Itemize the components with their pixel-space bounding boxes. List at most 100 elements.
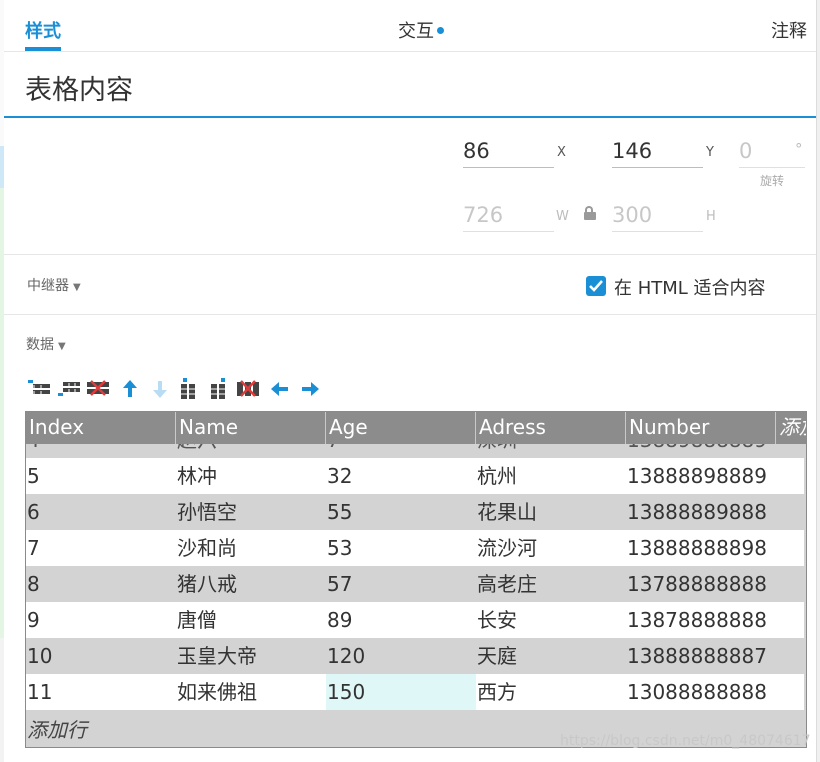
table-cell[interactable]: 53 <box>326 530 352 566</box>
table-cell[interactable]: 7 <box>326 444 340 458</box>
table-cell[interactable]: 13088888888 <box>626 674 767 710</box>
table-cell[interactable]: 流沙河 <box>476 530 537 566</box>
column-header[interactable]: Adress <box>476 412 626 444</box>
table-cell[interactable]: 5 <box>26 458 40 494</box>
arrow-left-icon[interactable] <box>268 378 292 400</box>
watermark: https://blog.csdn.net/m0_48074617 <box>560 733 811 749</box>
table-row[interactable]: 10 玉皇大帝 120 天庭 13888888887 <box>26 638 804 674</box>
table-cell[interactable]: 孙悟空 <box>176 494 237 530</box>
table-cell[interactable]: 55 <box>326 494 352 530</box>
insert-row-below-icon[interactable] <box>56 378 80 400</box>
table-cell[interactable]: 11 <box>26 674 52 710</box>
table-cell[interactable]: 120 <box>326 638 365 674</box>
table-cell[interactable]: 13888888898 <box>626 530 767 566</box>
tab-interaction[interactable]: 交互 <box>398 17 444 43</box>
column-header[interactable]: Name <box>176 412 326 444</box>
caret-down-icon: ▼ <box>73 282 81 293</box>
column-header[interactable]: Number <box>626 412 776 444</box>
table-cell[interactable]: 天庭 <box>476 638 517 674</box>
title-underline <box>4 116 816 118</box>
delete-column-icon[interactable] <box>236 378 260 400</box>
left-gutter <box>0 638 4 762</box>
table-row[interactable]: 9 唐僧 89 长安 13878888888 <box>26 602 804 638</box>
table-cell[interactable]: 4 <box>26 444 40 458</box>
table-row[interactable]: 7 沙和尚 53 流沙河 13888888898 <box>26 530 804 566</box>
table-cell-selected[interactable]: 150 <box>326 674 476 710</box>
tab-style[interactable]: 样式 <box>25 17 61 51</box>
fit-html-label[interactable]: 在 HTML 适合内容 <box>614 274 766 300</box>
table-cell[interactable]: 长安 <box>476 602 517 638</box>
insert-column-right-icon[interactable] <box>206 378 230 400</box>
table-row[interactable]: 5 林冲 32 杭州 13888898889 <box>26 458 804 494</box>
arrow-down-icon[interactable] <box>148 378 172 400</box>
column-header[interactable]: Age <box>326 412 476 444</box>
table-row[interactable]: 8 猪八戒 57 高老庄 13788888888 <box>26 566 804 602</box>
repeater-section-toggle[interactable]: 中继器 ▼ <box>27 275 81 295</box>
section-divider <box>4 314 816 315</box>
table-row[interactable]: 6 孙悟空 55 花果山 13888889888 <box>26 494 804 530</box>
table-cell[interactable]: 林冲 <box>176 458 217 494</box>
lock-aspect-icon[interactable] <box>584 206 596 220</box>
rotation-label: 旋转 <box>760 174 785 188</box>
panel-scrollbar[interactable] <box>816 0 820 762</box>
table-cell[interactable]: 57 <box>326 566 352 602</box>
x-input[interactable]: 86 <box>463 136 554 168</box>
insert-column-left-icon[interactable] <box>176 378 200 400</box>
arrow-up-icon[interactable] <box>118 378 142 400</box>
fit-html-checkbox[interactable] <box>586 276 606 296</box>
tab-notes[interactable]: 注释 <box>771 17 807 43</box>
table-cell[interactable]: 猪八戒 <box>176 566 237 602</box>
table-cell[interactable]: 6 <box>26 494 40 530</box>
y-unit-label: Y <box>706 145 714 160</box>
tab-style-label: 样式 <box>25 21 61 42</box>
table-cell[interactable]: 89 <box>326 602 352 638</box>
column-header[interactable]: Index <box>26 412 176 444</box>
section-divider <box>4 254 816 255</box>
table-header: Index Name Age Adress Number 添加列 <box>26 412 806 444</box>
table-cell[interactable]: 赵六 <box>176 444 217 458</box>
insert-row-above-icon[interactable] <box>26 378 50 400</box>
data-section-toggle[interactable]: 数据 ▼ <box>26 334 66 354</box>
table-cell[interactable]: 13888889888 <box>626 494 767 530</box>
tab-notes-label: 注释 <box>771 21 807 42</box>
height-input[interactable]: 300 <box>612 200 703 232</box>
inspector-tab-bar: 样式 交互 注释 <box>4 0 816 52</box>
y-input[interactable]: 146 <box>612 136 703 168</box>
table-cell[interactable]: 深圳 <box>476 444 517 458</box>
table-cell[interactable]: 杭州 <box>476 458 517 494</box>
height-unit-label: H <box>706 209 716 224</box>
table-cell[interactable]: 沙和尚 <box>176 530 237 566</box>
table-cell[interactable]: 花果山 <box>476 494 537 530</box>
table-cell[interactable]: 13878888888 <box>626 602 767 638</box>
table-cell[interactable]: 7 <box>26 530 40 566</box>
table-cell[interactable]: 唐僧 <box>176 602 217 638</box>
table-row[interactable]: 11 如来佛祖 150 西方 13088888888 <box>26 674 804 710</box>
table-cell[interactable]: 13888898889 <box>626 458 767 494</box>
table-cell[interactable]: 玉皇大帝 <box>176 638 257 674</box>
table-cell[interactable]: 西方 <box>476 674 517 710</box>
table-cell[interactable]: 8 <box>26 566 40 602</box>
arrow-right-icon[interactable] <box>298 378 322 400</box>
table-cell[interactable]: 32 <box>326 458 352 494</box>
x-unit-label: X <box>557 145 566 160</box>
delete-row-icon[interactable] <box>86 378 110 400</box>
rotation-unit-label: ° <box>795 140 803 158</box>
table-cell[interactable]: 13888888887 <box>626 638 767 674</box>
left-gutter <box>0 146 4 188</box>
checkmark-icon <box>589 280 603 292</box>
table-row[interactable]: 4 赵六 7 深圳 13889888889 <box>26 444 804 458</box>
table-cell[interactable]: 13788888888 <box>626 566 767 602</box>
table-cell[interactable]: 高老庄 <box>476 566 537 602</box>
table-cell[interactable]: 10 <box>26 638 52 674</box>
table-cell[interactable]: 9 <box>26 602 40 638</box>
table-cell[interactable]: 如来佛祖 <box>176 674 257 710</box>
active-tab-indicator <box>25 47 61 51</box>
table-cell[interactable]: 13889888889 <box>626 444 767 458</box>
left-gutter <box>0 188 4 638</box>
caret-down-icon: ▼ <box>58 341 66 352</box>
width-unit-label: W <box>556 209 569 224</box>
width-input[interactable]: 726 <box>463 200 554 232</box>
widget-name-field[interactable]: 表格内容 <box>25 68 133 107</box>
repeater-heading: 中继器 <box>27 278 69 294</box>
add-column-button[interactable]: 添加列 <box>776 412 806 444</box>
